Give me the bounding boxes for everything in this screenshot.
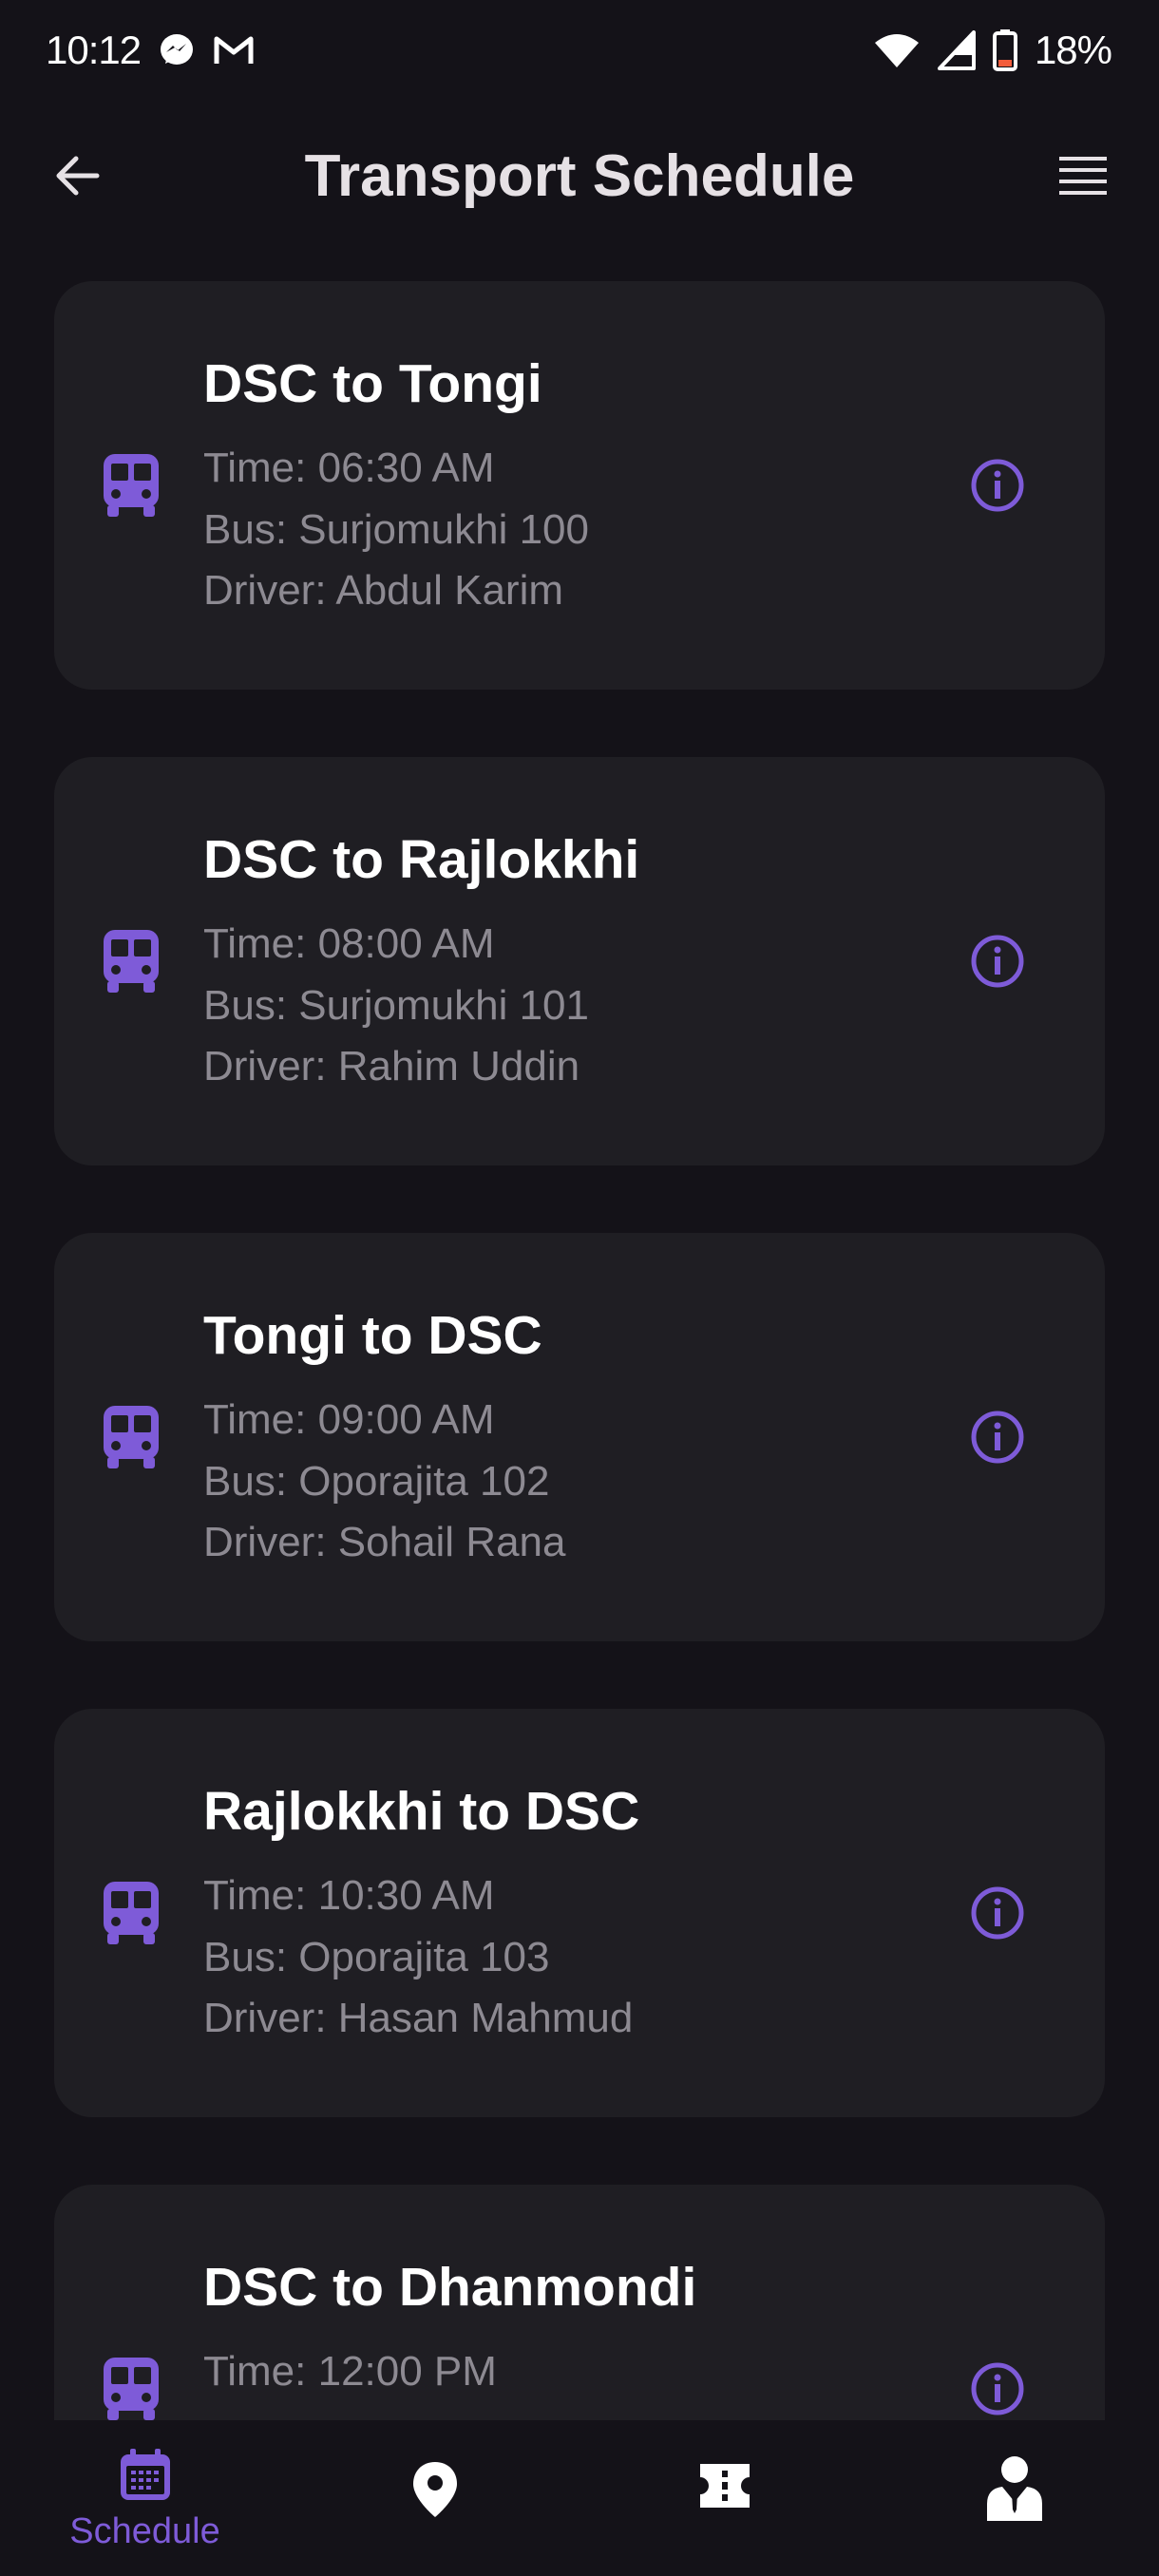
nav-label: Schedule xyxy=(69,2511,220,2551)
schedule-card[interactable]: DSC to Tongi Time: 06:30 AM Bus: Surjomu… xyxy=(54,281,1105,690)
departure-time: Time: 08:00 AM xyxy=(203,920,495,967)
back-button[interactable] xyxy=(38,138,114,214)
departure-time: Time: 09:00 AM xyxy=(203,1396,495,1443)
arrow-back-icon xyxy=(51,151,101,200)
schedule-card[interactable]: Rajlokkhi to DSC Time: 10:30 AM Bus: Opo… xyxy=(54,1709,1105,2117)
messenger-icon xyxy=(158,31,196,69)
nav-location[interactable] xyxy=(290,2420,580,2576)
status-left: 10:12 xyxy=(46,28,255,73)
location-pin-icon xyxy=(411,2460,459,2519)
ticket-icon xyxy=(696,2462,753,2510)
bus-name: Bus: Oporajita 103 xyxy=(203,1934,550,1980)
driver-name: Driver: Hasan Mahmud xyxy=(203,1995,634,2041)
bus-icon xyxy=(98,2356,164,2420)
driver-name: Driver: Abdul Karim xyxy=(203,567,564,614)
bus-name: Bus: Surjomukhi 101 xyxy=(203,982,589,1029)
info-button[interactable] xyxy=(964,2356,1031,2420)
schedule-list[interactable]: DSC to Tongi Time: 06:30 AM Bus: Surjomu… xyxy=(0,281,1159,2420)
info-button[interactable] xyxy=(964,1404,1031,1470)
departure-time: Time: 12:00 PM xyxy=(203,2348,497,2395)
info-button[interactable] xyxy=(964,1880,1031,1946)
status-time: 10:12 xyxy=(46,27,142,72)
status-right: 18% xyxy=(873,28,1112,73)
page-title: Transport Schedule xyxy=(304,142,855,209)
route-title: DSC to Dhanmondi xyxy=(203,2257,697,2318)
battery-icon xyxy=(992,28,1017,71)
bus-icon xyxy=(98,1880,164,1946)
calendar-icon xyxy=(117,2449,174,2502)
nav-tickets[interactable] xyxy=(580,2420,869,2576)
departure-time: Time: 06:30 AM xyxy=(203,445,495,491)
driver-name: Driver: Sohail Rana xyxy=(203,1519,566,1565)
person-icon xyxy=(985,2454,1044,2521)
bus-icon xyxy=(98,1404,164,1470)
bus-name: Bus: Oporajita 102 xyxy=(203,1458,550,1505)
menu-icon xyxy=(1057,155,1109,197)
driver-name: Driver: Rahim Uddin xyxy=(203,1043,580,1089)
schedule-card[interactable]: Tongi to DSC Time: 09:00 AM Bus: Oporaji… xyxy=(54,1233,1105,1641)
schedule-card[interactable]: DSC to Dhanmondi Time: 12:00 PM xyxy=(54,2185,1105,2420)
info-button[interactable] xyxy=(964,452,1031,519)
nav-profile[interactable] xyxy=(869,2420,1159,2576)
info-button[interactable] xyxy=(964,928,1031,994)
menu-button[interactable] xyxy=(1045,138,1121,214)
app-bar: Transport Schedule xyxy=(0,100,1159,252)
route-title: DSC to Tongi xyxy=(203,353,542,414)
bus-icon xyxy=(98,452,164,519)
schedule-card[interactable]: DSC to Rajlokkhi Time: 08:00 AM Bus: Sur… xyxy=(54,757,1105,1165)
route-title: DSC to Rajlokkhi xyxy=(203,829,640,890)
gmail-icon xyxy=(213,33,255,67)
route-title: Rajlokkhi to DSC xyxy=(203,1781,640,1842)
route-title: Tongi to DSC xyxy=(203,1305,542,1366)
nav-schedule[interactable]: Schedule xyxy=(0,2420,290,2576)
bus-name: Bus: Surjomukhi 100 xyxy=(203,506,589,553)
bus-icon xyxy=(98,928,164,994)
bottom-navigation: Schedule xyxy=(0,2420,1159,2576)
departure-time: Time: 10:30 AM xyxy=(203,1872,495,1919)
battery-percent: 18% xyxy=(1034,27,1112,72)
signal-icon xyxy=(937,29,976,70)
status-bar: 10:12 18% xyxy=(0,0,1159,100)
wifi-icon xyxy=(873,31,921,69)
